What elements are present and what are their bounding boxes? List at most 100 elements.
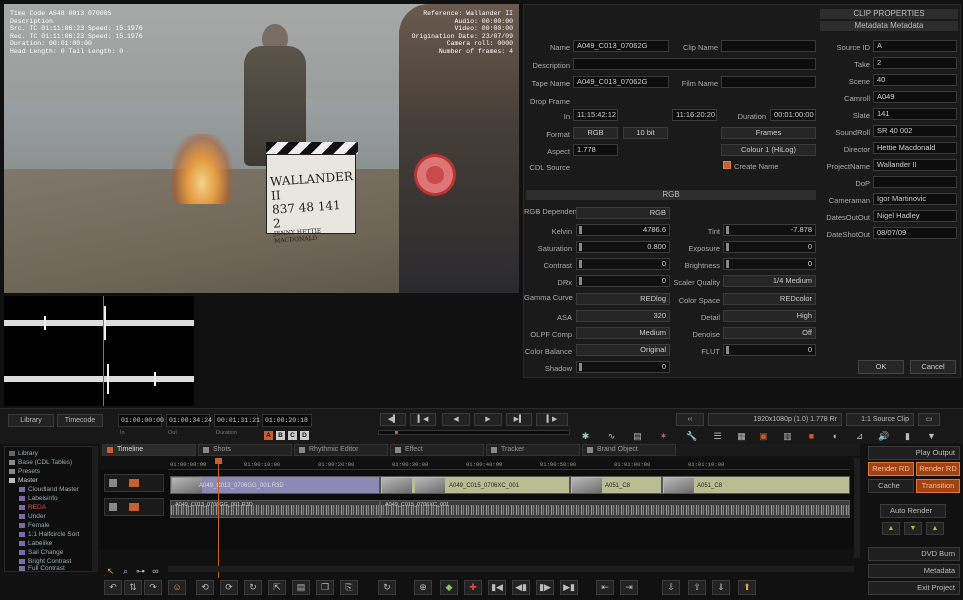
iso-dropdown[interactable]: 320 [576,310,670,322]
next-frame-button[interactable]: ▶▍ [506,413,532,426]
export-button[interactable]: ⇱ [268,580,286,595]
refresh-button[interactable]: ↻ [244,580,262,595]
go-to-start-button[interactable]: ◀▍ [380,413,406,426]
out-field[interactable]: 11:16:20:20 [672,109,717,121]
soundroll-field[interactable]: SR 40 002 [873,125,957,137]
create-name-checkbox[interactable] [723,161,731,169]
rgb-dependency-dropdown[interactable]: RGB [576,207,670,219]
scene-field[interactable]: 40 [873,74,957,86]
timeline-clip[interactable]: A051_C8 [662,476,850,494]
film-name-field[interactable] [721,76,816,88]
render-icon[interactable]: ⬆ [738,580,756,595]
slider-knob[interactable] [726,260,729,268]
prev-clip-button[interactable]: ‹‹ [676,413,704,426]
library-button[interactable]: Library [8,414,54,427]
media-tree[interactable]: Library Base (CDL Tables) Presets Master… [4,446,98,572]
star-icon[interactable]: ✶ [658,431,669,442]
duration-field[interactable]: 00:01:00:00 [770,109,816,121]
inbox-button[interactable]: ⇩ [662,580,680,595]
render-rd-button[interactable]: Render RD [868,462,914,476]
detail-dropdown[interactable]: High [723,310,816,322]
slider-knob[interactable] [726,346,729,354]
scaler-quality-dropdown[interactable]: 1/4 Medium [723,275,816,287]
tab-rhythmic-editor[interactable]: Rhythmic Editor [294,444,388,456]
version-a-button[interactable]: A [264,431,273,440]
cancel-button[interactable]: Cancel [910,360,956,374]
timecode-current[interactable]: 01:00:20:18 [262,414,312,427]
video-viewer[interactable]: WALLANDER II 837 48 141 2 JENNY HETTIE M… [4,4,519,293]
smile-icon[interactable]: ☺ [168,580,186,595]
go-to-end-button[interactable]: ▍▶ [536,413,568,426]
tree-item[interactable]: Library [9,450,38,457]
audio-waveform[interactable] [4,296,194,406]
director-field[interactable]: Hettie Macdonald [873,142,957,154]
tab-shots[interactable]: Shots [198,444,292,456]
tree-item[interactable]: Full Contrast [19,565,65,571]
lock-button[interactable]: ▲ [926,522,944,535]
track-enable-icon[interactable] [129,503,139,511]
bars-icon[interactable]: ▮ [902,431,913,442]
project-name-field[interactable]: Wallander II [873,159,957,171]
stop-icon[interactable]: ■ [806,431,817,442]
timecode-duration[interactable]: 00:01:31:21 [214,414,260,427]
version-b-button[interactable]: B [276,431,285,440]
gamma-curve-dropdown[interactable]: REDlog [576,293,670,305]
tree-item[interactable]: Base (CDL Tables) [9,459,72,466]
tree-item[interactable]: Sail Change [19,549,63,556]
tint-slider[interactable]: -7.878 [723,224,816,236]
audio-clip[interactable]: A049_C013_0706GG_001.R3D [170,500,380,518]
slider-knob[interactable] [726,226,729,234]
kelvin-slider[interactable]: 4786.6 [576,224,670,236]
remove-marker-button[interactable]: ✚ [464,580,482,595]
slider-knob[interactable] [579,363,582,371]
timecode-in[interactable]: 01:00:00:00 [118,414,164,427]
slate-field[interactable]: 141 [873,108,957,120]
ripple-button[interactable]: ▮◀ [488,580,506,595]
timeline-vscroll[interactable] [854,458,860,558]
denoise-dropdown[interactable]: Off [723,327,816,339]
tree-item[interactable]: 1:1 Halfcircle Sort [19,531,79,538]
tab-tracker[interactable]: Tracker [486,444,580,456]
copy-button[interactable]: ❐ [316,580,334,595]
in-field[interactable]: 11:15:42:12 [573,109,618,121]
ok-button[interactable]: OK [858,360,904,374]
timeline-clip[interactable]: A049_C015_0706XC_001 [380,476,570,494]
waveform-icon[interactable]: ∿ [606,431,617,442]
clipboard-button[interactable]: ▤ [292,580,310,595]
timeline-hscroll[interactable] [168,566,854,572]
rotate-left-button[interactable]: ⟲ [196,580,214,595]
chart-icon[interactable]: ⊿ [854,431,865,442]
tape-name-field[interactable]: A049_C013_07062G [573,76,669,88]
exposure-slider[interactable]: 0 [723,241,816,253]
tree-item[interactable]: Cloudland Master [19,486,79,493]
filter-icon[interactable]: ▼ [926,431,937,442]
track-enable-icon[interactable] [129,479,139,487]
bit-depth-dropdown[interactable]: 10 bit [623,127,668,139]
grid-icon[interactable]: ▦ [736,431,747,442]
speaker-icon[interactable]: 🔊 [878,431,889,442]
play-reverse-button[interactable]: ◀ [442,413,470,426]
tree-item[interactable]: Female [19,522,50,529]
description-field[interactable] [573,58,816,70]
flut-slider[interactable]: 0 [723,344,816,356]
fit-button[interactable]: ⇤ [596,580,614,595]
transition-button[interactable]: Transition [916,479,960,493]
slip-button[interactable]: ▶▮ [560,580,578,595]
record-icon[interactable]: ▣ [758,431,769,442]
datesoutout-field[interactable]: Nigel Hadley [873,210,957,222]
histogram-icon[interactable]: ▤ [632,431,643,442]
layers-icon[interactable]: ▥ [782,431,793,442]
scrubber-knob[interactable] [395,431,398,434]
jog-scrubber[interactable] [378,430,570,435]
take-field[interactable]: 2 [873,57,957,69]
timeline-playhead[interactable] [218,458,219,578]
saturation-slider[interactable]: 0.800 [576,241,670,253]
tree-item[interactable]: Labelike [19,540,52,547]
redo-button[interactable]: ↷ [144,580,162,595]
tree-item[interactable]: Under [19,513,46,520]
slider-knob[interactable] [579,226,582,234]
tab-brand-object[interactable]: Brand Object [582,444,676,456]
audio-track-header[interactable] [104,498,164,516]
audio-clip[interactable]: A049_C015_0706XC_001 [380,500,850,518]
dateshotout-field[interactable]: 08/07/09 [873,227,957,239]
